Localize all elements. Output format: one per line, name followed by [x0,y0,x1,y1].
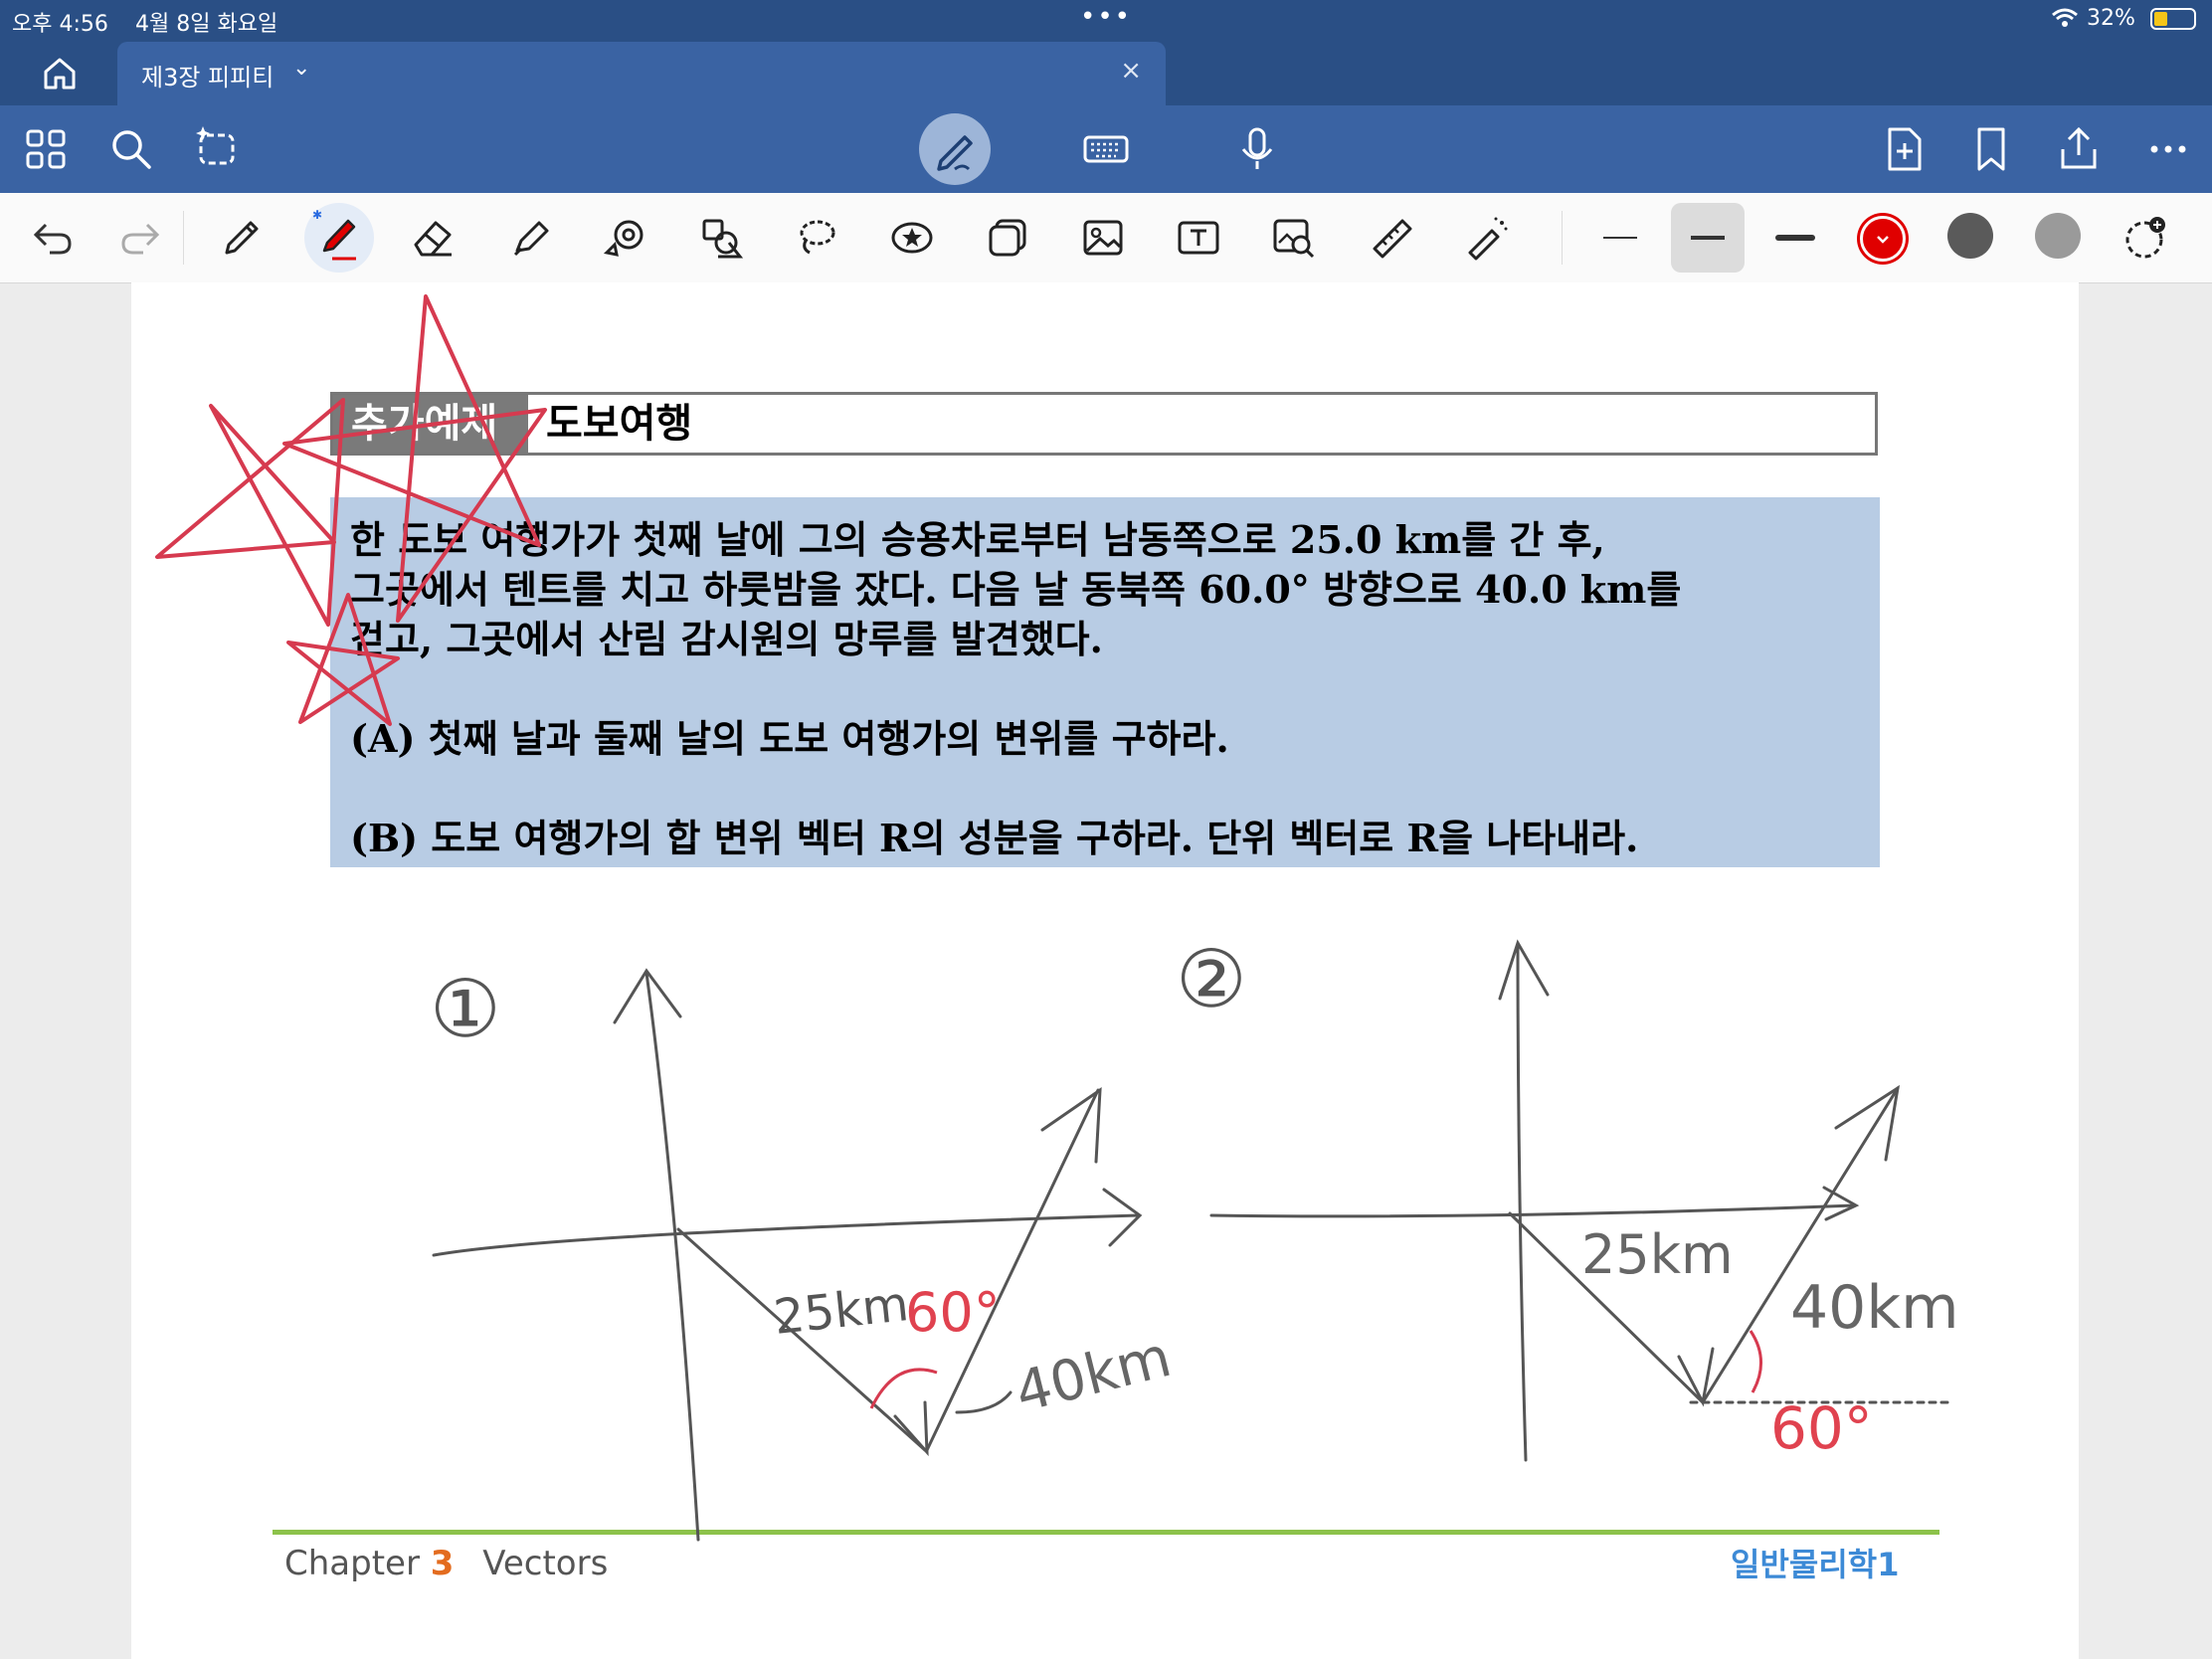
diagram-1-label: ① [430,963,501,1055]
diagram-2-angle: 60° [1770,1394,1873,1462]
red-star-top [282,294,547,623]
diagram-2-40km: 40km [1790,1273,1959,1343]
red-star-large [155,398,345,627]
diagram-2-label: ② [1176,933,1247,1025]
diagram-2 [1209,939,1951,1462]
diagram-2-25km: 25km [1581,1223,1734,1286]
diagram-1 [432,968,1143,1542]
diagram-1-angle-arc [869,1368,938,1409]
red-star-small [286,593,400,726]
ink-overlay [155,294,1951,1542]
diagram-2-angle-arc [1749,1330,1762,1393]
diagram-1-angle: 60° [905,1281,1001,1344]
